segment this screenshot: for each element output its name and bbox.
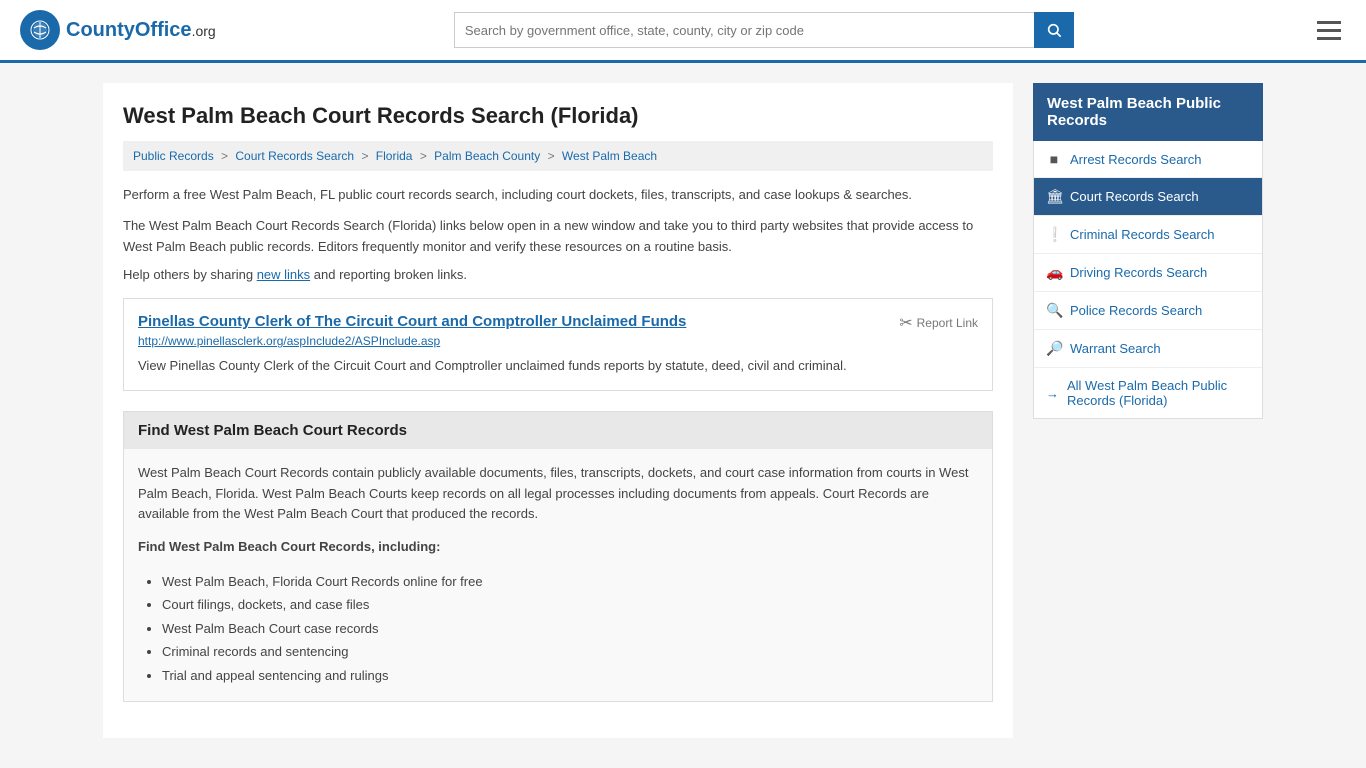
search-input[interactable] xyxy=(454,12,1034,48)
site-header: CountyOffice.org xyxy=(0,0,1366,63)
breadcrumb-link[interactable]: Florida xyxy=(376,149,413,163)
sidebar-header: West Palm Beach Public Records xyxy=(1033,83,1263,141)
find-section-body: West Palm Beach Court Records contain pu… xyxy=(124,449,992,701)
hamburger-menu-button[interactable] xyxy=(1312,16,1346,45)
sidebar-nav: ■ Arrest Records Search 🏛 Court Records Sea… xyxy=(1033,141,1263,419)
find-section-text: West Palm Beach Court Records contain pu… xyxy=(138,463,978,525)
link-card: Pinellas County Clerk of The Circuit Cou… xyxy=(123,298,993,391)
breadcrumb-link[interactable]: Public Records xyxy=(133,149,214,163)
report-link-button[interactable]: ✂ Report Link xyxy=(899,313,978,333)
find-list: West Palm Beach, Florida Court Records o… xyxy=(138,570,978,687)
sidebar-item-label: Criminal Records Search xyxy=(1070,227,1215,242)
sidebar-item-arrest-records-search[interactable]: ■ Arrest Records Search xyxy=(1034,141,1262,178)
report-icon: ✂ xyxy=(899,313,912,333)
description-1: Perform a free West Palm Beach, FL publi… xyxy=(123,185,993,206)
sidebar-icon: 🔎 xyxy=(1046,340,1062,357)
find-list-title: Find West Palm Beach Court Records, incl… xyxy=(138,537,978,558)
logo-area: CountyOffice.org xyxy=(20,10,216,50)
page-wrapper: West Palm Beach Court Records Search (Fl… xyxy=(83,63,1283,758)
link-card-url[interactable]: http://www.pinellasclerk.org/aspInclude2… xyxy=(138,334,978,348)
sidebar: West Palm Beach Public Records ■ Arrest R… xyxy=(1033,83,1263,738)
sidebar-icon: ❕ xyxy=(1046,226,1062,243)
help-text: Help others by sharing new links and rep… xyxy=(123,267,993,282)
link-card-title[interactable]: Pinellas County Clerk of The Circuit Cou… xyxy=(138,313,686,330)
arrow-icon: → xyxy=(1046,386,1059,401)
list-item: Trial and appeal sentencing and rulings xyxy=(162,664,978,687)
logo-icon xyxy=(20,10,60,50)
menu-bar xyxy=(1317,21,1341,24)
description-2: The West Palm Beach Court Records Search… xyxy=(123,216,993,258)
list-item: West Palm Beach Court case records xyxy=(162,617,978,640)
sidebar-item-label: Police Records Search xyxy=(1070,303,1202,318)
menu-bar xyxy=(1317,29,1341,32)
list-item: West Palm Beach, Florida Court Records o… xyxy=(162,570,978,593)
sidebar-item-criminal-records-search[interactable]: ❕ Criminal Records Search xyxy=(1034,216,1262,254)
list-item: Criminal records and sentencing xyxy=(162,640,978,663)
logo-text: CountyOffice.org xyxy=(66,19,216,42)
search-icon xyxy=(1046,22,1062,38)
menu-bar xyxy=(1317,37,1341,40)
breadcrumb-separator: > xyxy=(361,149,371,163)
new-links-link[interactable]: new links xyxy=(257,267,310,282)
breadcrumb: Public Records > Court Records Search > … xyxy=(123,141,993,171)
sidebar-item-court-records-search[interactable]: 🏛 Court Records Search xyxy=(1034,178,1262,216)
search-button[interactable] xyxy=(1034,12,1074,48)
find-section-title: Find West Palm Beach Court Records xyxy=(124,412,992,449)
sidebar-icon: 🔍 xyxy=(1046,302,1062,319)
search-bar xyxy=(454,12,1074,48)
sidebar-item-label: Driving Records Search xyxy=(1070,265,1207,280)
main-content: West Palm Beach Court Records Search (Fl… xyxy=(103,83,1013,738)
breadcrumb-separator: > xyxy=(420,149,430,163)
breadcrumb-separator: > xyxy=(221,149,231,163)
sidebar-item-label: Arrest Records Search xyxy=(1070,152,1202,167)
sidebar-item-label: Court Records Search xyxy=(1070,189,1199,204)
sidebar-item-police-records-search[interactable]: 🔍 Police Records Search xyxy=(1034,292,1262,330)
breadcrumb-link[interactable]: Court Records Search xyxy=(235,149,354,163)
link-card-description: View Pinellas County Clerk of the Circui… xyxy=(138,356,978,376)
list-item: Court filings, dockets, and case files xyxy=(162,593,978,616)
sidebar-icon: 🚗 xyxy=(1046,264,1062,281)
sidebar-item-warrant-search[interactable]: 🔎 Warrant Search xyxy=(1034,330,1262,368)
breadcrumb-link[interactable]: West Palm Beach xyxy=(562,149,657,163)
sidebar-item-label: Warrant Search xyxy=(1070,341,1161,356)
sidebar-icon: 🏛 xyxy=(1046,188,1062,205)
sidebar-all-records-link[interactable]: → All West Palm Beach Public Records (Fl… xyxy=(1034,368,1262,418)
sidebar-item-driving-records-search[interactable]: 🚗 Driving Records Search xyxy=(1034,254,1262,292)
page-title: West Palm Beach Court Records Search (Fl… xyxy=(123,103,993,129)
breadcrumb-link[interactable]: Palm Beach County xyxy=(434,149,540,163)
find-section: Find West Palm Beach Court Records West … xyxy=(123,411,993,702)
sidebar-icon: ■ xyxy=(1046,151,1062,167)
breadcrumb-separator: > xyxy=(548,149,558,163)
